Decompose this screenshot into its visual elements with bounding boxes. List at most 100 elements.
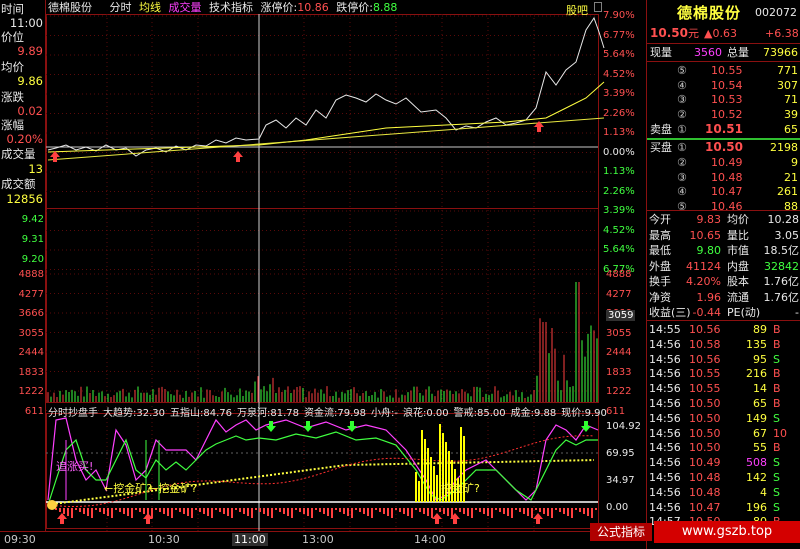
- trade-direction: B: [773, 367, 781, 381]
- indicator-item: 现价:9.90: [561, 408, 607, 419]
- trade-price: 10.56: [689, 352, 721, 366]
- trade-volume: 142: [746, 471, 767, 484]
- left-info-panel: 时间 11:00 价位 9.89 均价 9.86 涨跌 0.02 涨幅 0.20…: [0, 0, 46, 531]
- chart-canvas[interactable]: [46, 0, 646, 531]
- trade-price: 10.50: [689, 411, 721, 425]
- time-tick: 09:30: [4, 533, 36, 546]
- limit-down-label: 跌停价:: [336, 1, 373, 14]
- stats-label: 净资: [649, 290, 671, 304]
- trade-row: 14:56 10.47 196 S: [647, 500, 800, 515]
- limit-down-value: 8.88: [372, 1, 398, 14]
- stats-label: 换手: [649, 275, 671, 288]
- book-row: ④ 10.47 261: [647, 184, 800, 199]
- limit-up-label: 涨停价:: [260, 1, 298, 14]
- book-level: ④: [677, 185, 687, 198]
- trade-price: 10.47: [689, 500, 721, 514]
- quote-price: 10.50: [650, 26, 688, 40]
- volume-bars: [47, 282, 598, 402]
- indicator-item: 浪花:0.00: [402, 408, 449, 419]
- trade-time: 14:56: [649, 382, 681, 396]
- trade-row: 14:56 10.56 95 S: [647, 352, 800, 367]
- trade-volume: 65: [753, 397, 767, 410]
- stats-value: 9.80: [696, 244, 722, 257]
- trade-direction: S: [773, 500, 780, 514]
- time-value: 11:00: [9, 16, 43, 30]
- trade-direction: B: [773, 382, 781, 396]
- pct-label: 3.39%: [603, 205, 635, 216]
- stats-label: 均价: [727, 213, 749, 226]
- chart-header: 德棉股份 分时 均线 成交量 技术指标 涨停价:10.86 跌停价:8.88: [48, 2, 397, 14]
- trade-volume: 216: [746, 367, 767, 381]
- stats-row: 今开 9.83 均价 10.28: [647, 212, 800, 227]
- price-label: 价位: [1, 30, 24, 44]
- vol-label-right: 4277: [606, 288, 632, 300]
- book-level: ②: [677, 107, 687, 121]
- book-row: ② 10.52 39: [647, 107, 800, 122]
- xianliang-value: 3560: [694, 46, 722, 59]
- formula-indicator-button[interactable]: 公式指标: [590, 523, 652, 541]
- stats-value: 1.76亿: [763, 290, 800, 304]
- forum-link[interactable]: 股吧: [566, 2, 588, 18]
- stats-row: 换手 4.20% 股本 1.76亿: [647, 274, 800, 289]
- trade-row: 14:56 10.50 149 S: [647, 411, 800, 426]
- trade-time: 14:56: [649, 441, 681, 455]
- price-left-label: 9.31: [21, 234, 44, 245]
- book-price: 10.48: [711, 170, 743, 184]
- close-box-icon[interactable]: [594, 2, 602, 12]
- trade-time: 14:56: [649, 456, 681, 470]
- indicator-item: 五指山:84.76: [170, 408, 232, 419]
- trade-volume: 55: [753, 441, 767, 455]
- intraday-chart[interactable]: 德棉股份 分时 均线 成交量 技术指标 涨停价:10.86 跌停价:8.88 股…: [19, 0, 646, 531]
- tab-tech[interactable]: 技术指标: [209, 1, 253, 14]
- quote-panel: 德棉股份 002072 10.50 元 ▲0.63 +6.38 现量 3560 …: [646, 0, 800, 549]
- trade-price: 10.55: [689, 367, 721, 381]
- book-volume: 771: [777, 64, 798, 77]
- vol-label-left: 4277: [18, 288, 44, 300]
- book-price: 10.54: [711, 78, 743, 92]
- indicator-item: 警戒:85.00: [453, 408, 506, 419]
- quote-stock-name: 德棉股份: [677, 4, 742, 22]
- arrow-down-icon: [347, 421, 357, 432]
- stats-row: 收益(三) -0.44 PE(动) -: [647, 305, 800, 320]
- vol-label-right: 1833: [606, 366, 632, 378]
- indicator-item: 小舟:-: [371, 408, 398, 419]
- trade-row: 14:56 10.50 55 B: [647, 440, 800, 455]
- trade-direction: S: [773, 352, 780, 366]
- trade-volume: 196: [746, 500, 767, 514]
- indicator-level: 69.95: [606, 448, 635, 459]
- vol-label-left: 611: [24, 405, 44, 417]
- trade-time: 14:56: [649, 397, 681, 410]
- book-price: 10.49: [711, 156, 743, 169]
- pct-label: 1.13%: [603, 127, 635, 138]
- pct-label: 2.26%: [603, 107, 635, 119]
- trade-price: 10.50: [689, 426, 721, 440]
- trade-direction: S: [773, 411, 780, 425]
- stats-value: 10.28: [767, 213, 800, 226]
- tab-junxian[interactable]: 均线: [139, 1, 161, 14]
- trade-direction: B: [773, 337, 781, 351]
- indicator-item: 大趋势:32.30: [103, 408, 165, 419]
- trade-direction: S: [773, 485, 780, 499]
- trade-volume: 135: [746, 337, 767, 351]
- trade-volume: 508: [746, 456, 767, 470]
- vol-label-left: 2444: [18, 347, 44, 358]
- volume-cursor-value: 3059: [606, 310, 636, 321]
- tab-volume[interactable]: 成交量: [169, 1, 202, 14]
- pct-label: 1.13%: [603, 166, 635, 177]
- book-price: 10.55: [711, 64, 743, 77]
- ask1-price: 10.51: [705, 122, 743, 136]
- amt-label: 成交额: [1, 177, 36, 191]
- annotation-chase: 追涨买!: [56, 460, 94, 473]
- vol-label-right: 4888: [606, 269, 632, 280]
- tab-fenshi[interactable]: 分时: [110, 1, 132, 14]
- stats-label: 最高: [649, 228, 671, 242]
- stats-row: 最低 9.80 市值 18.5亿: [647, 243, 800, 258]
- trade-direction: B: [773, 323, 781, 336]
- stats-label: 量比: [727, 228, 749, 242]
- book-price: 10.53: [711, 93, 743, 106]
- stats-value: 32842: [764, 259, 799, 273]
- stats-value: 9.83: [696, 213, 722, 226]
- trade-price: 10.55: [689, 382, 721, 396]
- trade-time: 14:56: [649, 485, 681, 499]
- indicator-item: 成金:9.88: [510, 408, 557, 419]
